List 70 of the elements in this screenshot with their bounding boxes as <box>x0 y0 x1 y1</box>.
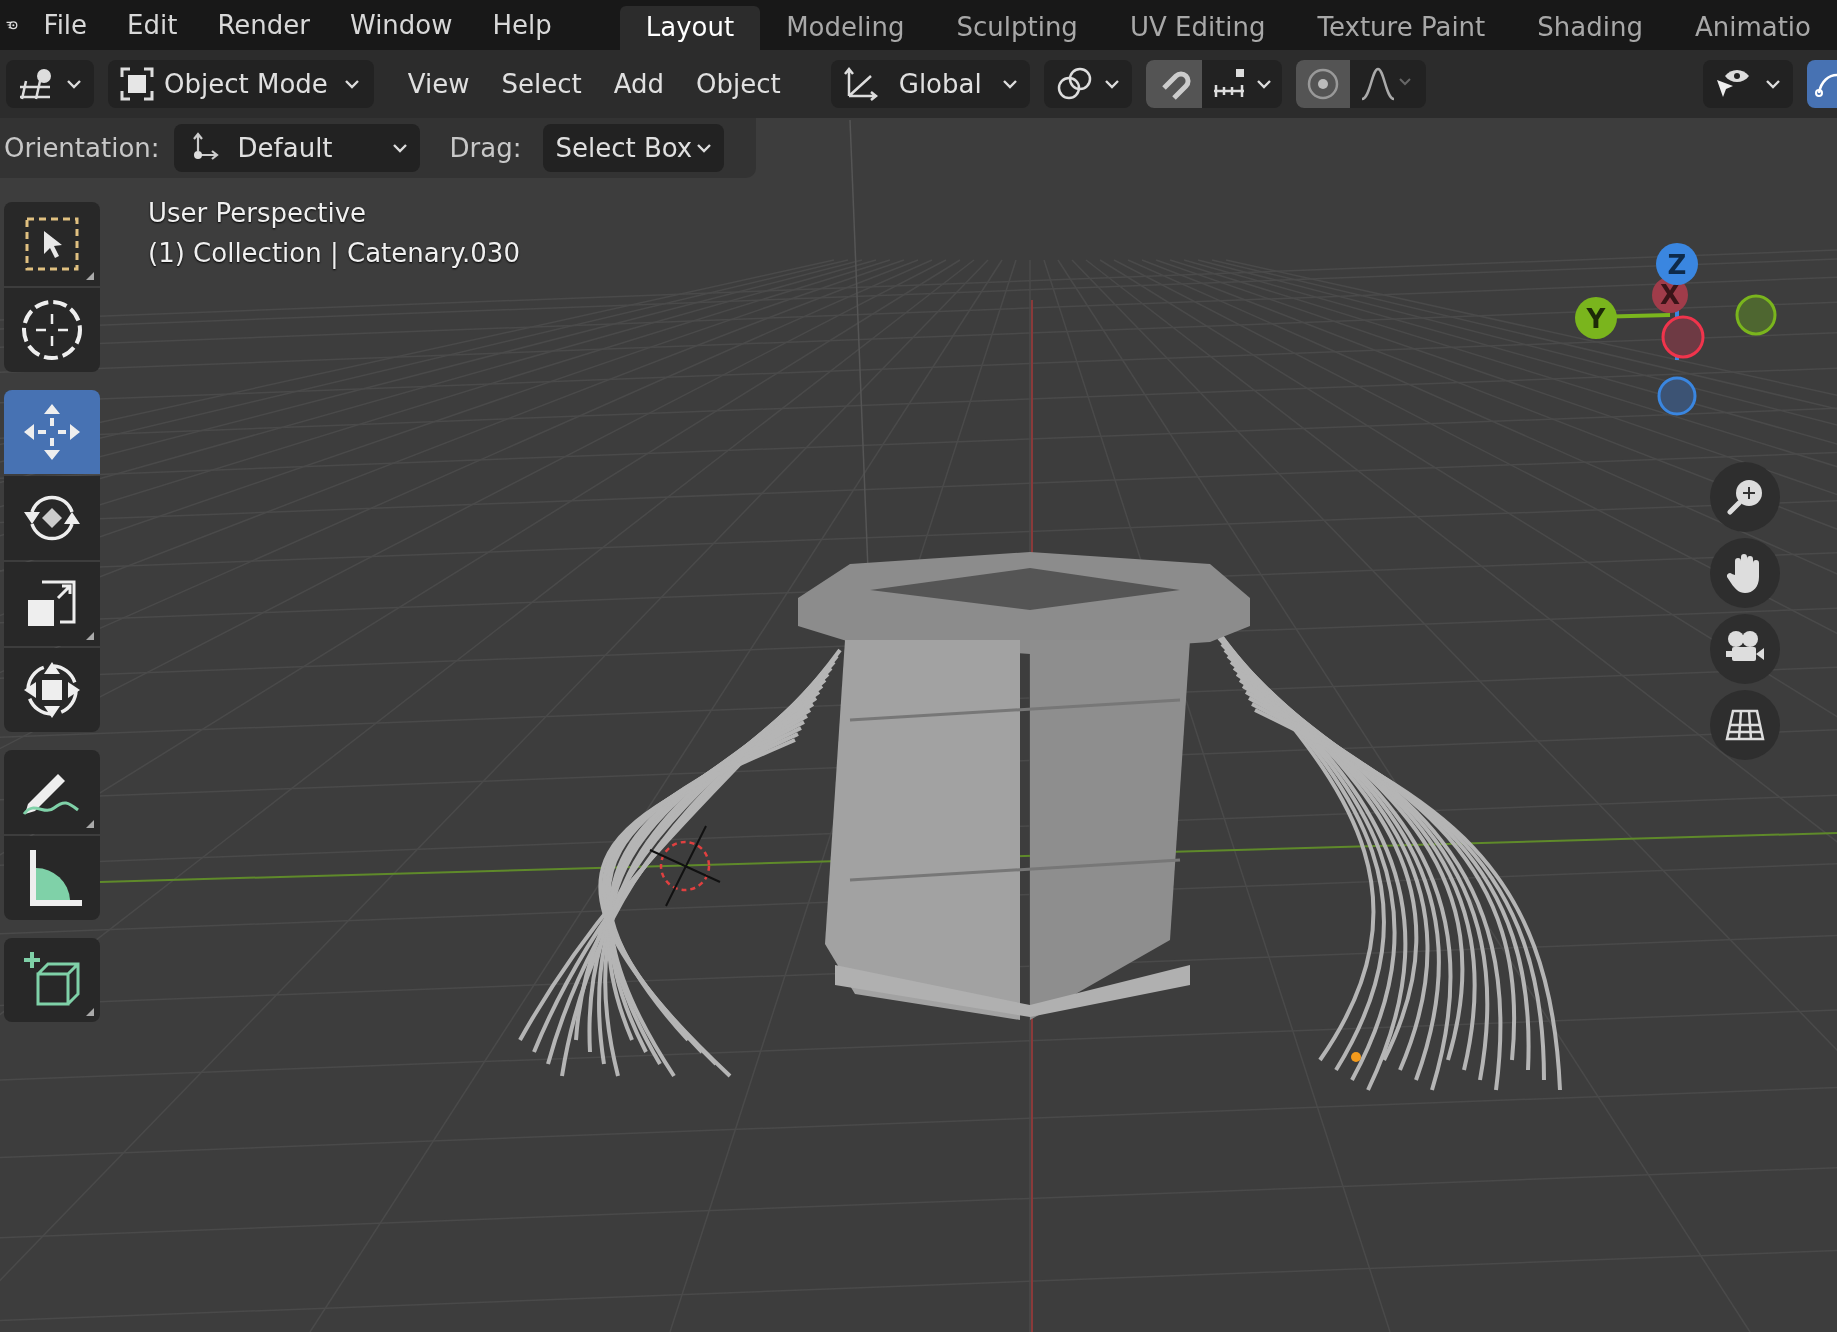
gizmo-toggle[interactable] <box>1807 60 1837 108</box>
chevron-down-icon <box>1765 79 1781 89</box>
menu-item[interactable]: Window <box>330 10 473 40</box>
workspace-tab[interactable]: Layout <box>619 6 761 50</box>
add-cube-tool[interactable] <box>4 938 100 1022</box>
workspace-tab[interactable]: Modeling <box>760 6 931 50</box>
chevron-down-icon <box>391 143 408 153</box>
orientation-default-dropdown[interactable]: Default <box>173 124 420 172</box>
corner-triangle-icon <box>86 1008 94 1016</box>
workspace-tab[interactable]: Animatio <box>1668 6 1837 50</box>
header-menu-item[interactable]: Add <box>597 69 681 99</box>
snap-toggle[interactable] <box>1145 60 1202 108</box>
target-circle-icon <box>1305 67 1340 101</box>
editor-type-button[interactable] <box>6 60 94 108</box>
measure-tool[interactable] <box>4 836 100 920</box>
selectability-dropdown[interactable] <box>1703 60 1793 108</box>
negative-x-handle[interactable] <box>1661 315 1705 359</box>
drag-dropdown[interactable]: Select Box <box>543 124 725 172</box>
negative-y-handle[interactable] <box>1735 294 1777 336</box>
cursor-tool[interactable] <box>4 288 100 372</box>
orientation-field-label: Orientation: <box>4 133 160 163</box>
drag-field-label: Drag: <box>449 133 522 163</box>
origin-dot-icon <box>1351 1052 1361 1062</box>
workspace-tab[interactable]: Shading <box>1511 6 1669 50</box>
z-axis-handle[interactable]: Z <box>1656 243 1698 285</box>
y-axis-handle[interactable]: Y <box>1575 297 1617 339</box>
crosshair-circle-icon <box>20 298 84 362</box>
3d-cursor-icon <box>649 825 721 907</box>
chevron-down-icon <box>1001 79 1018 89</box>
chevron-down-icon <box>343 79 360 89</box>
orientation-default-label: Default <box>237 133 334 163</box>
menu-item[interactable]: File <box>23 10 108 40</box>
axes-icon <box>842 66 879 102</box>
select-box-tool[interactable] <box>4 202 100 286</box>
pivot-dropdown[interactable] <box>1043 60 1132 108</box>
corner-triangle-icon <box>86 632 94 640</box>
menu-item[interactable]: Help <box>472 10 572 40</box>
pan-button[interactable] <box>1710 538 1780 608</box>
annotate-tool[interactable] <box>4 750 100 834</box>
header-menu-item[interactable]: View <box>391 69 486 99</box>
zoom-in-icon <box>1725 477 1765 517</box>
header-menu-item[interactable]: Object <box>680 69 797 99</box>
workspace-tab[interactable]: Texture Paint <box>1291 6 1512 50</box>
workspace-tab[interactable]: UV Editing <box>1103 6 1292 50</box>
proportional-edit-toggle[interactable] <box>1295 60 1350 108</box>
workspace-tab[interactable]: Sculpting <box>930 6 1104 50</box>
object-info-text: (1) Collection | Catenary.030 <box>148 238 520 268</box>
chevron-down-icon <box>66 79 82 89</box>
mode-label: Object Mode <box>164 69 328 99</box>
grid-plane-icon <box>1725 707 1765 743</box>
object-square-icon <box>120 67 154 101</box>
negative-z-handle[interactable] <box>1657 376 1697 416</box>
chevron-down-icon <box>696 143 713 153</box>
header-menu-item[interactable]: Select <box>485 69 598 99</box>
chevron-down-icon <box>1255 79 1272 89</box>
orientation-dropdown[interactable]: Global <box>830 60 1030 108</box>
linked-circles-icon <box>1055 66 1094 102</box>
rotate-tool[interactable] <box>4 476 100 560</box>
chevron-down-icon <box>1103 79 1120 89</box>
transform-tool[interactable] <box>4 648 100 732</box>
drag-value-label: Select Box <box>555 133 693 163</box>
corner-triangle-icon <box>86 272 94 280</box>
move-tool[interactable] <box>4 390 100 474</box>
orientation-label: Global <box>898 69 982 99</box>
scale-tool[interactable] <box>4 562 100 646</box>
mode-dropdown[interactable]: Object Mode <box>108 60 374 108</box>
menu-item[interactable]: Edit <box>107 10 198 40</box>
view-name-text: User Perspective <box>148 198 368 228</box>
menu-item[interactable]: Render <box>197 10 330 40</box>
corner-triangle-icon <box>86 820 94 828</box>
